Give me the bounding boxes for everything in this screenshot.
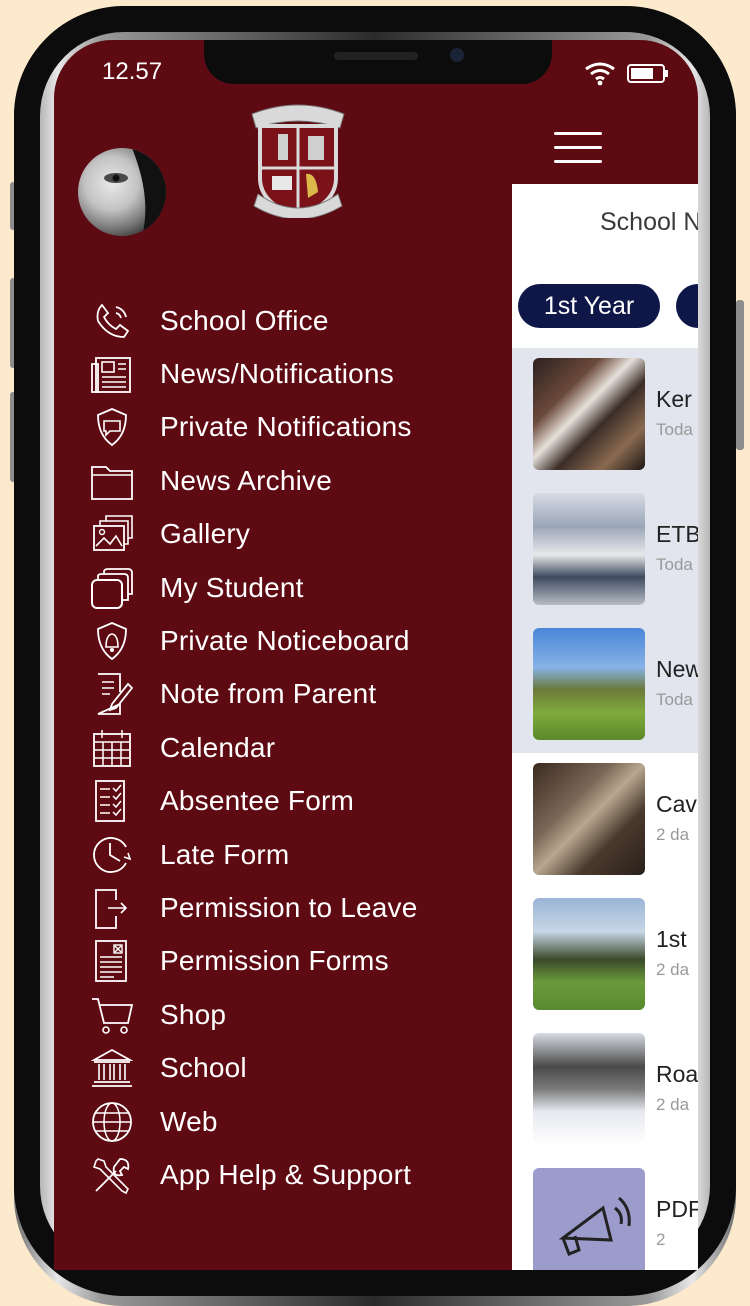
cart-icon xyxy=(90,993,140,1037)
news-item[interactable]: ETB Toda xyxy=(512,483,698,618)
menu-label: Private Notifications xyxy=(160,411,412,443)
menu-item-note-from-parent[interactable]: Note from Parent xyxy=(90,668,510,721)
menu-label: Web xyxy=(160,1105,218,1137)
news-title: ETB xyxy=(656,521,698,547)
menu-label: Late Form xyxy=(160,838,290,870)
menu-label: News Archive xyxy=(160,464,333,496)
profile-photo-icon xyxy=(104,148,166,236)
note-pencil-icon xyxy=(90,672,140,716)
news-item[interactable]: 1st 2 da xyxy=(512,888,698,1023)
menu-label: Shop xyxy=(160,998,227,1030)
menu-item-gallery[interactable]: Gallery xyxy=(90,508,510,561)
drawer-menu: School Office News/Notifications Private… xyxy=(90,294,510,1202)
news-date: Toda xyxy=(656,690,693,709)
app-screen: 12.57 School Office News/Notifications P… xyxy=(54,40,698,1270)
news-date: 2 da xyxy=(656,1095,690,1114)
news-thumbnail xyxy=(533,763,645,875)
news-title: Roa xyxy=(656,1061,698,1087)
news-panel: School N 1st Year Ker Toda ETB Toda New … xyxy=(512,184,698,1270)
menu-label: My Student xyxy=(160,571,304,603)
menu-item-news-notifications[interactable]: News/Notifications xyxy=(90,347,510,400)
tab-1st-year[interactable]: 1st Year xyxy=(518,284,660,328)
news-date: Toda xyxy=(656,420,693,439)
shield-bell-icon xyxy=(90,619,140,663)
menu-item-my-student[interactable]: My Student xyxy=(90,561,510,614)
menu-label: School Office xyxy=(160,304,329,336)
menu-label: Calendar xyxy=(160,731,276,763)
news-thumbnail xyxy=(533,628,645,740)
hamburger-menu-button[interactable] xyxy=(554,132,606,168)
news-thumbnail xyxy=(533,493,645,605)
news-date: 2 da xyxy=(656,960,690,979)
building-icon xyxy=(90,1046,140,1090)
exit-icon xyxy=(90,886,140,930)
news-item[interactable]: PDF 2 xyxy=(512,1158,698,1270)
cards-icon xyxy=(90,566,140,610)
menu-item-app-help-support[interactable]: App Help & Support xyxy=(90,1148,510,1201)
menu-item-late-form[interactable]: Late Form xyxy=(90,828,510,881)
gallery-icon xyxy=(90,512,140,556)
news-item[interactable]: Ker Toda xyxy=(512,348,698,483)
notch xyxy=(204,40,552,84)
tools-icon xyxy=(90,1153,140,1197)
news-thumbnail xyxy=(533,358,645,470)
menu-item-permission-to-leave[interactable]: Permission to Leave xyxy=(90,881,510,934)
news-title: 1st xyxy=(656,926,687,952)
news-thumbnail xyxy=(533,898,645,1010)
news-date: 2 da xyxy=(656,825,690,844)
megaphone-icon xyxy=(558,1196,631,1256)
menu-label: Private Noticeboard xyxy=(160,625,410,657)
power-button xyxy=(736,300,744,450)
avatar[interactable] xyxy=(78,148,166,236)
speaker xyxy=(334,52,418,60)
menu-item-school-office[interactable]: School Office xyxy=(90,294,510,347)
calendar-icon xyxy=(90,726,140,770)
school-crest-logo xyxy=(246,100,350,220)
globe-icon xyxy=(90,1100,140,1144)
menu-item-web[interactable]: Web xyxy=(90,1095,510,1148)
menu-label: News/Notifications xyxy=(160,358,394,390)
news-thumbnail xyxy=(533,1168,645,1270)
menu-label: Absentee Form xyxy=(160,785,355,817)
wifi-battery-icon xyxy=(585,62,668,86)
news-thumbnail xyxy=(533,1033,645,1145)
news-date: Toda xyxy=(656,555,693,574)
menu-item-shop[interactable]: Shop xyxy=(90,988,510,1041)
status-icons xyxy=(584,60,672,91)
menu-item-school[interactable]: School xyxy=(90,1041,510,1094)
checklist-icon xyxy=(90,779,140,823)
news-title: Cav xyxy=(656,791,697,817)
clock-icon xyxy=(90,833,140,877)
news-title: Ker xyxy=(656,386,692,412)
menu-item-permission-forms[interactable]: Permission Forms xyxy=(90,935,510,988)
folder-icon xyxy=(90,459,140,503)
menu-label: Gallery xyxy=(160,518,251,550)
form-icon xyxy=(90,939,140,983)
news-date: 2 xyxy=(656,1230,666,1249)
shield-chat-icon xyxy=(90,405,140,449)
menu-label: Permission to Leave xyxy=(160,891,418,923)
front-camera xyxy=(450,48,464,62)
menu-item-private-noticeboard[interactable]: Private Noticeboard xyxy=(90,614,510,667)
page-title: School N xyxy=(600,208,698,236)
newspaper-icon xyxy=(90,352,140,396)
menu-label: Permission Forms xyxy=(160,945,389,977)
menu-item-news-archive[interactable]: News Archive xyxy=(90,454,510,507)
news-list: Ker Toda ETB Toda New Toda Cav 2 da 1st xyxy=(512,348,698,1270)
news-item[interactable]: New Toda xyxy=(512,618,698,753)
news-title: New xyxy=(656,656,698,682)
status-time: 12.57 xyxy=(102,58,163,85)
menu-item-calendar[interactable]: Calendar xyxy=(90,721,510,774)
menu-item-private-notifications[interactable]: Private Notifications xyxy=(90,401,510,454)
menu-item-absentee-form[interactable]: Absentee Form xyxy=(90,775,510,828)
phone-icon xyxy=(90,299,140,343)
tab-next[interactable] xyxy=(676,284,698,328)
menu-label: School xyxy=(160,1052,247,1084)
menu-label: App Help & Support xyxy=(160,1158,412,1190)
news-item[interactable]: Roa 2 da xyxy=(512,1023,698,1158)
news-title: PDF xyxy=(656,1196,698,1222)
news-item[interactable]: Cav 2 da xyxy=(512,753,698,888)
menu-label: Note from Parent xyxy=(160,678,377,710)
